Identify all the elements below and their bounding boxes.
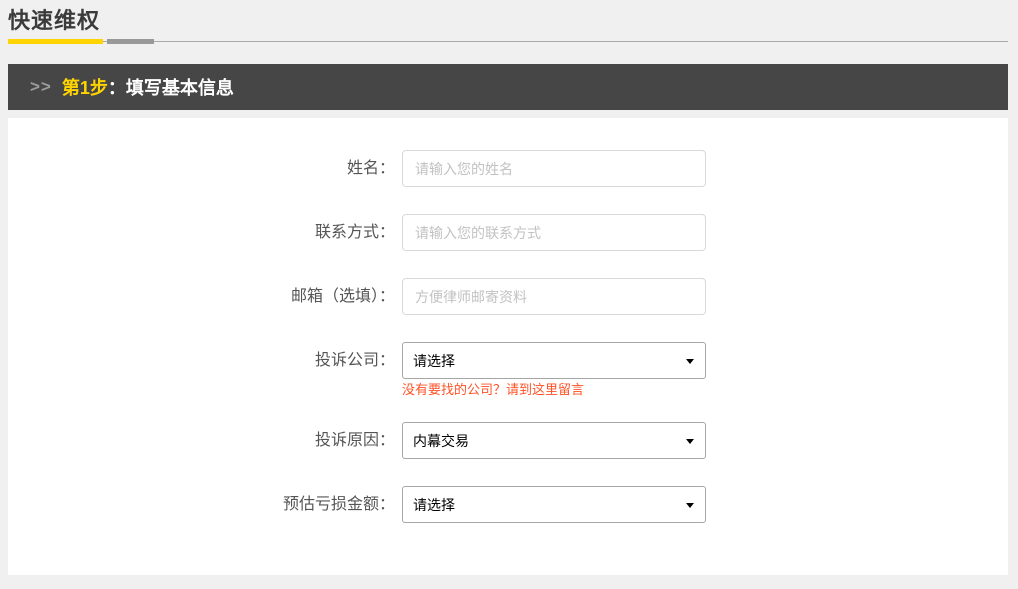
page-content: 快速维权 >> 第1步 ：填写基本信息 姓名： 联系方式： 邮箱（选填）： 投诉…: [8, 0, 1008, 575]
step-number-label: 第1步: [62, 74, 108, 100]
loss-amount-select[interactable]: 请选择: [402, 486, 706, 523]
form-row-name: 姓名：: [8, 150, 1008, 187]
reason-label: 投诉原因：: [8, 422, 395, 459]
form-row-contact: 联系方式：: [8, 214, 1008, 251]
title-underline: [8, 39, 1008, 44]
company-field-group: 请选择 没有要找的公司？请到这里留言: [402, 342, 706, 398]
form-row-email: 邮箱（选填）：: [8, 278, 1008, 315]
form-row-reason: 投诉原因： 内幕交易: [8, 422, 1008, 459]
company-select-wrap: 请选择: [402, 342, 706, 379]
form-row-loss-amount: 预估亏损金额： 请选择: [8, 486, 1008, 523]
contact-label: 联系方式：: [8, 214, 395, 251]
company-label: 投诉公司：: [8, 342, 395, 379]
title-accent-bar-yellow: [8, 39, 103, 44]
loss-amount-label: 预估亏损金额：: [8, 486, 395, 523]
title-rule-line: [8, 41, 1008, 42]
name-label: 姓名：: [8, 150, 395, 187]
reason-select[interactable]: 内幕交易: [402, 422, 706, 459]
name-input[interactable]: [402, 150, 706, 187]
loss-amount-select-wrap: 请选择: [402, 486, 706, 523]
email-input[interactable]: [402, 278, 706, 315]
contact-input[interactable]: [402, 214, 706, 251]
page-title: 快速维权: [8, 7, 1008, 35]
step-banner: >> 第1步 ：填写基本信息: [8, 64, 1008, 110]
company-select[interactable]: 请选择: [402, 342, 706, 379]
email-label: 邮箱（选填）：: [8, 278, 395, 315]
form-row-company: 投诉公司： 请选择 没有要找的公司？请到这里留言: [8, 342, 1008, 398]
reason-select-wrap: 内幕交易: [402, 422, 706, 459]
title-accent-bar-gray: [107, 39, 154, 44]
step-title-label: ：填写基本信息: [108, 74, 234, 100]
form-panel: 姓名： 联系方式： 邮箱（选填）： 投诉公司： 请选择 没有要找的公司？请到这里…: [8, 118, 1008, 575]
double-chevron-icon: >>: [30, 77, 52, 97]
company-note-link[interactable]: 没有要找的公司？请到这里留言: [402, 382, 706, 398]
